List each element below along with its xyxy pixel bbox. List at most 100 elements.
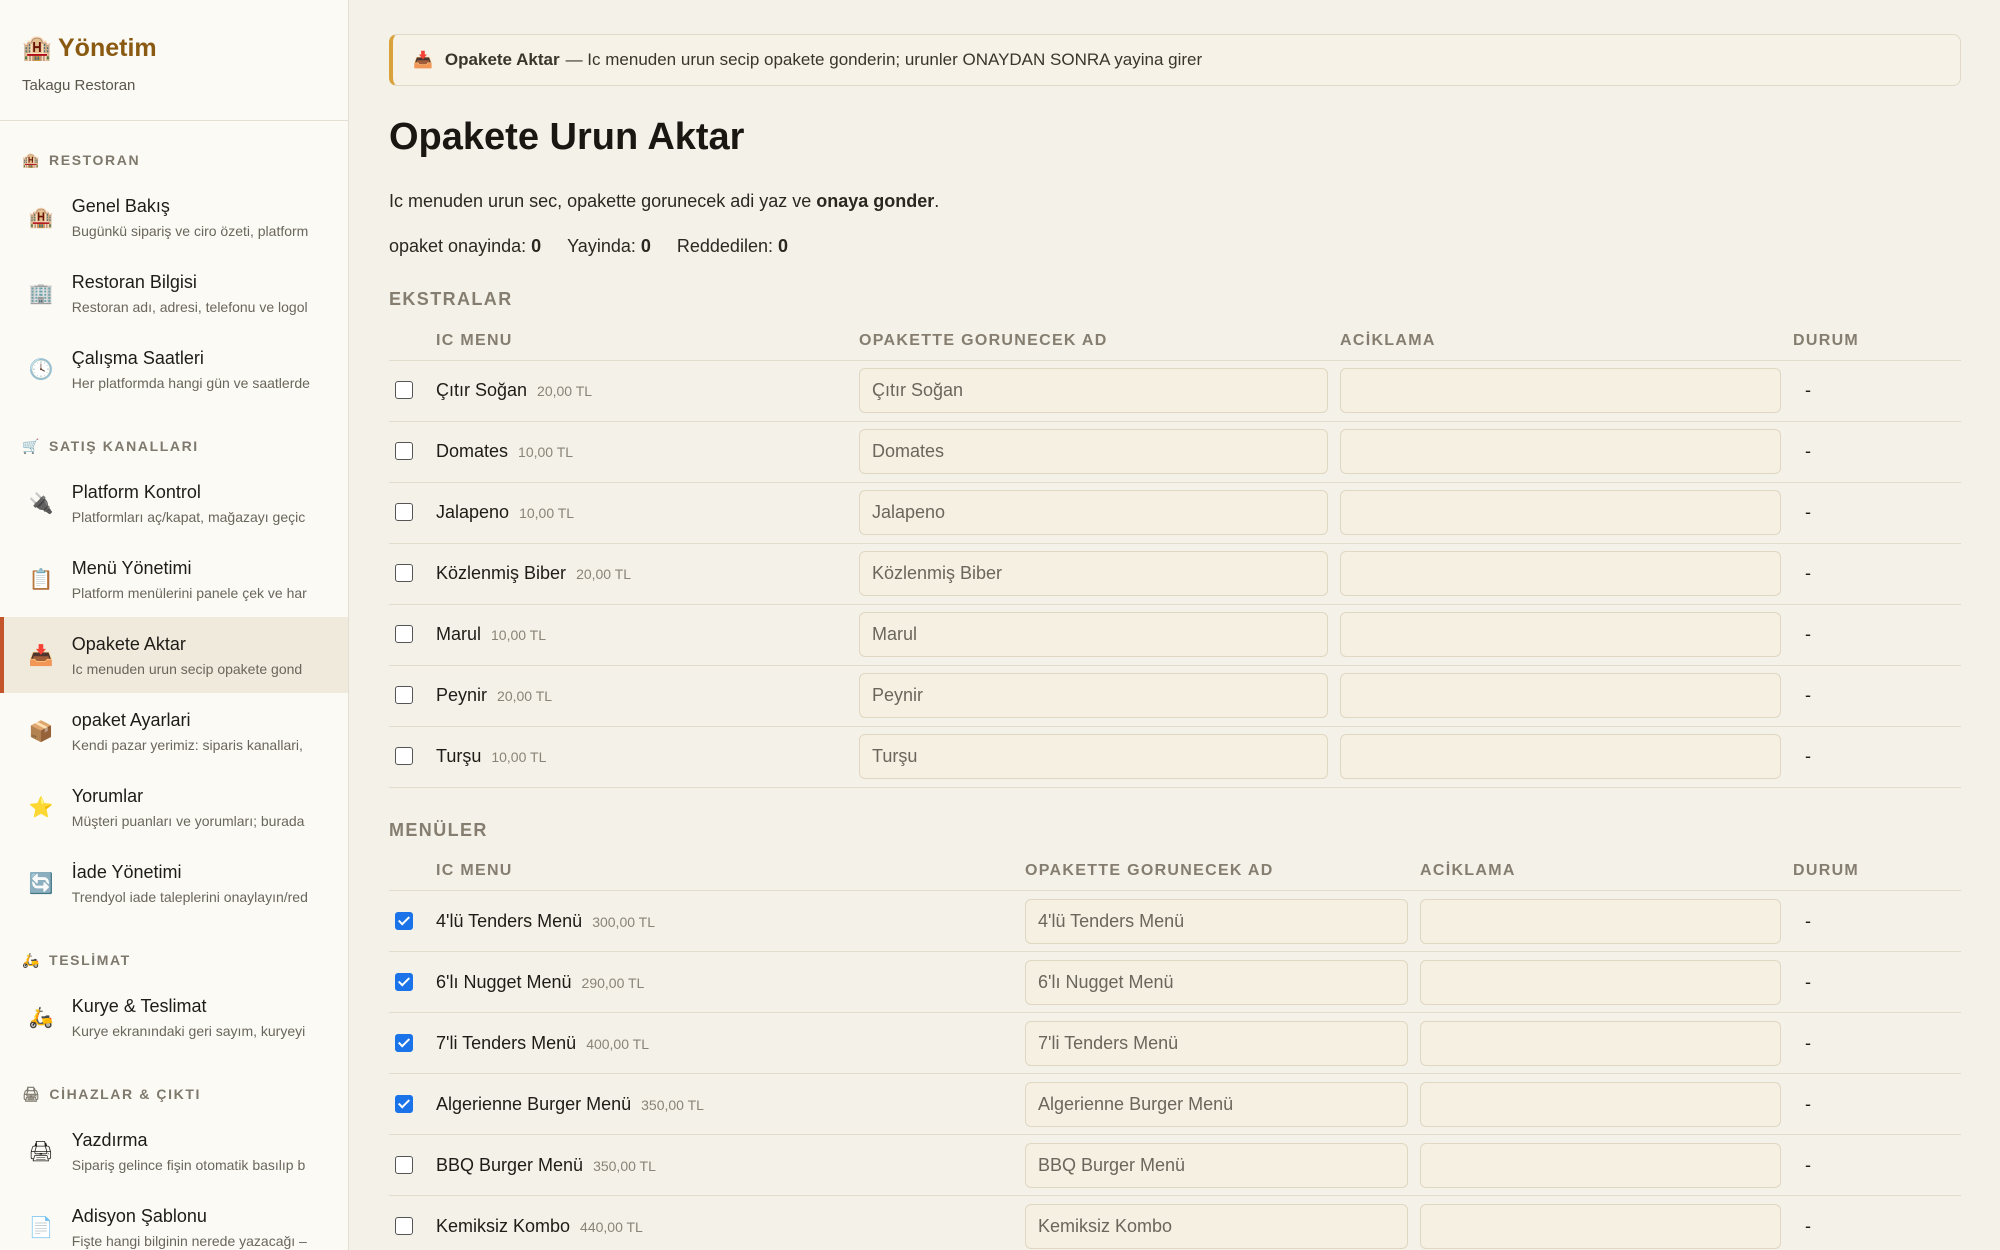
table-row: Kemiksiz Kombo 440,00 TL Kemiksiz Kombo - (389, 1195, 1961, 1250)
intro-text: Ic menuden urun sec, opakette gorunecek … (389, 191, 940, 211)
description-input[interactable] (1340, 612, 1781, 657)
sidebar-item-calisma-saatleri[interactable]: 🕓 Çalışma Saatleri Her platformda hangi g… (0, 331, 348, 407)
display-name-input[interactable]: Domates (859, 429, 1328, 474)
select-checkbox[interactable] (395, 625, 413, 644)
stat-rejected: Reddedilen: 0 (676, 236, 788, 256)
sidebar-item-menu-yonetimi[interactable]: 📋 Menü Yönetimi Platform menülerini panel… (0, 541, 348, 617)
display-name-input[interactable]: Turşu (859, 734, 1328, 779)
item-price: 350,00 TL (593, 1157, 656, 1174)
select-checkbox[interactable] (395, 686, 413, 705)
status-cell: - (1793, 421, 1961, 483)
item-name: Çıtır Soğan (436, 380, 528, 400)
description-input[interactable] (1420, 1081, 1781, 1127)
display-name-cell: Turşu (859, 726, 1340, 788)
sidebar-item-label: İade Yönetimi (71, 861, 182, 882)
description-cell (1340, 482, 1793, 544)
table-row: Peynir 20,00 TL Peynir - (389, 665, 1961, 727)
sidebar-item-desc: Bugünkü sipariş ve ciro özeti, platform (71, 222, 309, 239)
item-cell: Közlenmiş Biber 20,00 TL (436, 543, 859, 605)
sidebar-item-adisyon-sablonu[interactable]: 📄 Adisyon Şablonu Fişte hangi bilginin ne… (0, 1189, 348, 1250)
item-price: 20,00 TL (537, 383, 593, 399)
display-name-input[interactable]: Algerienne Burger Menü (1025, 1081, 1408, 1127)
sidebar-item-label: Opakete Aktar (71, 633, 186, 654)
description-input[interactable] (1340, 551, 1781, 596)
sidebar-item-desc: Kurye ekranındaki geri sayım, kuryeyi (71, 1022, 306, 1039)
display-name-input[interactable]: Közlenmiş Biber (859, 551, 1328, 596)
display-name-input[interactable]: Jalapeno (859, 490, 1328, 535)
display-name-input[interactable]: Kemiksiz Kombo (1025, 1203, 1408, 1249)
printer-icon: 🖨 (28, 1140, 54, 1163)
display-name-cell: Közlenmiş Biber (859, 543, 1340, 605)
sidebar-item-yazdirma[interactable]: 🖨 Yazdırma Sipariş gelince fişin otomatik… (0, 1113, 348, 1189)
sidebar-item-restoran-bilgisi[interactable]: 🏢 Restoran Bilgisi Restoran adı, adresi, … (0, 255, 348, 331)
sidebar-item-kurye-teslimat[interactable]: 🛵 Kurye & Teslimat Kurye ekranındaki geri… (0, 979, 348, 1055)
display-name-cell: Jalapeno (859, 482, 1340, 544)
display-name-input[interactable]: Marul (859, 612, 1328, 657)
description-input[interactable] (1420, 898, 1781, 944)
table-row: Marul 10,00 TL Marul - (389, 604, 1961, 666)
table-row: Turşu 10,00 TL Turşu - (389, 726, 1961, 788)
item-price: 300,00 TL (592, 913, 655, 930)
display-name-input[interactable]: Çıtır Soğan (859, 368, 1328, 413)
select-checkbox[interactable] (395, 564, 413, 583)
display-name-input[interactable]: 4'lü Tenders Menü (1025, 898, 1408, 944)
item-cell: 6'lı Nugget Menü 290,00 TL (436, 951, 1025, 1013)
select-checkbox[interactable] (395, 442, 413, 461)
display-name-cell: Algerienne Burger Menü (1025, 1073, 1420, 1135)
select-checkbox[interactable] (395, 1094, 413, 1113)
sidebar-item-genel-bakis[interactable]: 🏨 Genel Bakış Bugünkü sipariş ve ciro öze… (0, 179, 348, 255)
sidebar-item-iade-yonetimi[interactable]: 🔄 İade Yönetimi Trendyol iade taleplerini… (0, 845, 348, 921)
status-value: - (1805, 746, 1811, 766)
status-cell: - (1793, 1012, 1961, 1074)
item-name: Jalapeno (436, 502, 510, 522)
description-input[interactable] (1340, 734, 1781, 779)
main-content: 📥 Opakete Aktar — Ic menuden urun secip … (389, 0, 1961, 1250)
item-price: 400,00 TL (586, 1035, 649, 1052)
description-cell (1420, 1073, 1793, 1135)
item-cell: BBQ Burger Menü 350,00 TL (436, 1134, 1025, 1196)
status-value: - (1805, 1154, 1811, 1175)
description-cell (1420, 890, 1793, 952)
status-cell: - (1793, 360, 1961, 422)
status-value: - (1805, 380, 1811, 400)
display-name-input[interactable]: 7'li Tenders Menü (1025, 1020, 1408, 1066)
description-input[interactable] (1420, 1142, 1781, 1188)
select-checkbox[interactable] (395, 1155, 413, 1174)
display-name-input[interactable]: Peynir (859, 673, 1328, 718)
description-input[interactable] (1340, 673, 1781, 718)
item-name: 6'lı Nugget Menü (436, 971, 572, 992)
select-checkbox[interactable] (395, 1033, 413, 1052)
select-checkbox[interactable] (395, 747, 413, 766)
display-name-cell: Çıtır Soğan (859, 360, 1340, 422)
select-checkbox[interactable] (395, 972, 413, 991)
item-price: 290,00 TL (581, 974, 645, 991)
sidebar-item-opakete-aktar[interactable]: 📥 Opakete Aktar Ic menuden urun secip opa… (0, 617, 348, 693)
column-header-durum: DURUM (1793, 322, 1961, 361)
status-value: - (1805, 441, 1811, 461)
description-cell (1340, 360, 1793, 422)
description-input[interactable] (1420, 959, 1781, 1005)
description-input[interactable] (1340, 368, 1781, 413)
select-checkbox[interactable] (395, 381, 413, 400)
info-banner: 📥 Opakete Aktar — Ic menuden urun secip … (389, 34, 1961, 86)
status-cell: - (1793, 726, 1961, 788)
column-header-aciklama: ACİKLAMA (1420, 852, 1793, 891)
select-checkbox[interactable] (395, 911, 413, 930)
item-price: 10,00 TL (491, 749, 547, 765)
description-input[interactable] (1420, 1203, 1781, 1249)
select-checkbox[interactable] (395, 1216, 413, 1235)
sidebar-item-label: Yorumlar (71, 785, 144, 806)
description-input[interactable] (1340, 490, 1781, 535)
column-header-opakette: OPAKETTE GORUNECEK AD (1025, 852, 1420, 891)
sidebar-item-platform-kontrol[interactable]: 🔌 Platform Kontrol Platformları aç/kapat,… (0, 465, 348, 541)
display-name-input[interactable]: 6'lı Nugget Menü (1025, 959, 1408, 1005)
description-input[interactable] (1420, 1020, 1781, 1066)
sidebar-item-opaket-ayarlari[interactable]: 📦 opaket Ayarlari Kendi pazar yerimiz: si… (0, 693, 348, 769)
sidebar-item-yorumlar[interactable]: ⭐ Yorumlar Müşteri puanları ve yorumları;… (0, 769, 348, 845)
select-checkbox[interactable] (395, 503, 413, 522)
description-input[interactable] (1340, 429, 1781, 474)
select-cell (389, 1134, 436, 1196)
item-cell: Domates 10,00 TL (436, 421, 859, 483)
select-cell (389, 543, 436, 605)
display-name-input[interactable]: BBQ Burger Menü (1025, 1142, 1408, 1188)
